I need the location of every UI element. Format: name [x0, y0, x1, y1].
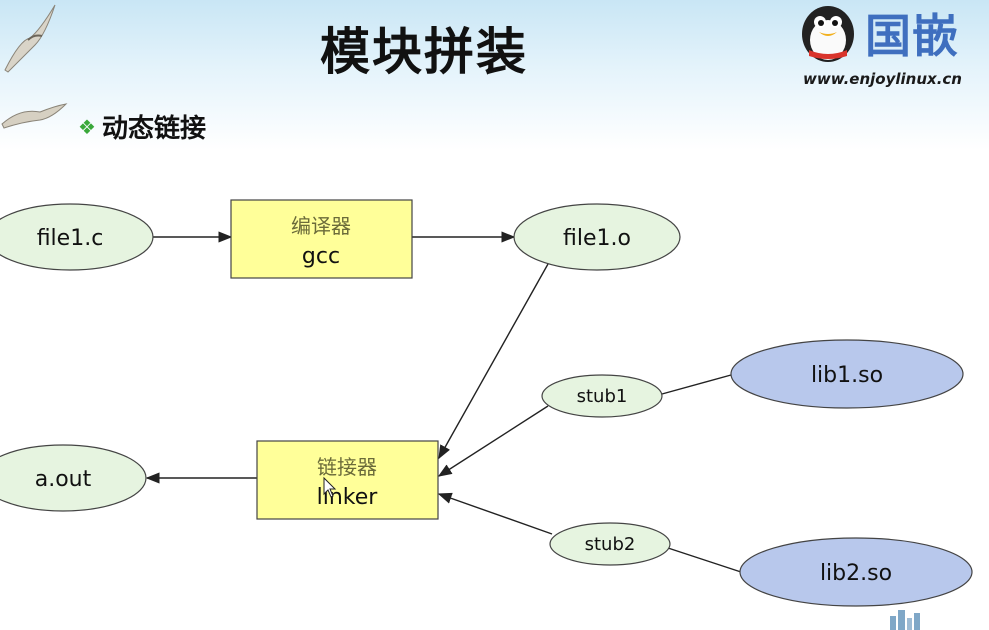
- edge-stub2-to-linker: [437, 492, 553, 535]
- node-lib1-so-label: lib1.so: [811, 363, 883, 388]
- node-stub2-label: stub2: [585, 534, 636, 555]
- node-compiler-en-label: gcc: [302, 244, 340, 269]
- node-file1-o-label: file1.o: [563, 226, 631, 251]
- edge-lib2-to-stub2: [667, 547, 742, 573]
- node-compiler-cn-label: 编译器: [291, 214, 351, 238]
- node-linker-cn-label: 链接器: [317, 455, 377, 479]
- edge-lib1-to-stub1: [661, 374, 732, 395]
- edge-stub1-to-linker: [437, 405, 549, 477]
- node-a-out-label: a.out: [35, 467, 92, 492]
- edge-file1o-to-linker: [438, 263, 549, 460]
- node-stub1-label: stub1: [577, 386, 628, 407]
- dynamic-linking-diagram: file1.c 编译器 gcc file1.o stub1 lib1.so 链接…: [0, 199, 973, 607]
- node-lib2-so-label: lib2.so: [820, 561, 892, 586]
- node-file1-c-label: file1.c: [37, 226, 104, 251]
- city-silhouette-icon: [890, 610, 920, 630]
